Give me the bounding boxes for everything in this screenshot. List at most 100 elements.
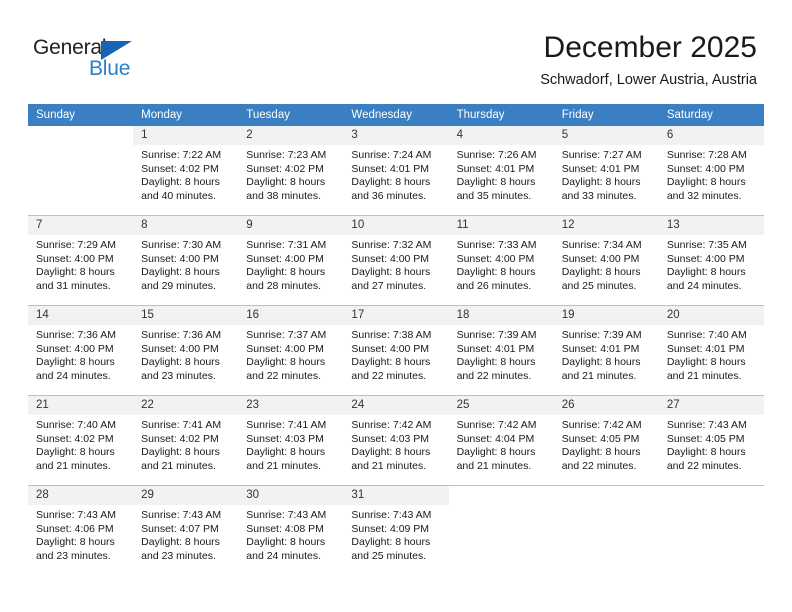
calendar-week-row: 14 Sunrise: 7:36 AM Sunset: 4:00 PM Dayligh… bbox=[28, 305, 764, 396]
day-details: Sunrise: 7:42 AM Sunset: 4:05 PM Daylight:… bbox=[554, 415, 659, 473]
calendar-day-cell[interactable]: 25 Sunrise: 7:42 AM Sunset: 4:04 PM Dayligh… bbox=[448, 395, 554, 486]
calendar-day-cell[interactable]: 16 Sunrise: 7:37 AM Sunset: 4:00 PM Dayligh… bbox=[238, 305, 344, 396]
calendar-day-cell[interactable]: 19 Sunrise: 7:39 AM Sunset: 4:01 PM Dayligh… bbox=[553, 305, 659, 396]
calendar-day-cell[interactable]: 28 Sunrise: 7:43 AM Sunset: 4:06 PM Dayligh… bbox=[28, 485, 134, 575]
sunset-time: Sunset: 4:00 PM bbox=[351, 252, 430, 265]
daylight-duration-line1: Daylight: 8 hours bbox=[456, 176, 536, 189]
calendar-day-cell[interactable]: 31 Sunrise: 7:43 AM Sunset: 4:09 PM Dayligh… bbox=[343, 485, 449, 575]
calendar-day-cell[interactable]: 23 Sunrise: 7:41 AM Sunset: 4:03 PM Dayligh… bbox=[238, 395, 344, 486]
calendar-day-cell[interactable]: 2 Sunrise: 7:23 AM Sunset: 4:02 PM Daylight… bbox=[238, 126, 344, 216]
day-number: 10 bbox=[343, 216, 449, 235]
day-number bbox=[658, 486, 764, 505]
calendar-day-cell[interactable]: 30 Sunrise: 7:43 AM Sunset: 4:08 PM Dayligh… bbox=[238, 485, 344, 575]
daylight-duration-line1: Daylight: 8 hours bbox=[141, 266, 220, 279]
day-cell-inner: 30 Sunrise: 7:43 AM Sunset: 4:08 PM Dayligh… bbox=[238, 486, 344, 575]
calendar-day-cell[interactable]: 26 Sunrise: 7:42 AM Sunset: 4:05 PM Dayligh… bbox=[553, 395, 659, 486]
sunset-time: Sunset: 4:09 PM bbox=[351, 522, 430, 535]
day-number: 6 bbox=[658, 126, 764, 145]
day-details: Sunrise: 7:32 AM Sunset: 4:00 PM Daylight:… bbox=[343, 235, 448, 293]
sunset-time: Sunset: 4:02 PM bbox=[141, 432, 219, 445]
calendar-day-cell[interactable]: 24 Sunrise: 7:42 AM Sunset: 4:03 PM Dayligh… bbox=[343, 395, 449, 486]
sunrise-time: Sunrise: 7:43 AM bbox=[36, 509, 116, 521]
day-number: 17 bbox=[343, 306, 449, 325]
daylight-duration-line1: Daylight: 8 hours bbox=[561, 176, 641, 189]
daylight-duration-line1: Daylight: 8 hours bbox=[666, 266, 746, 279]
day-details: Sunrise: 7:36 AM Sunset: 4:00 PM Daylight:… bbox=[133, 325, 238, 383]
calendar-day-cell[interactable]: 15 Sunrise: 7:36 AM Sunset: 4:00 PM Dayligh… bbox=[133, 305, 239, 396]
daylight-duration-line1: Daylight: 8 hours bbox=[351, 266, 431, 279]
calendar-week-row: 21 Sunrise: 7:40 AM Sunset: 4:02 PM Dayligh… bbox=[28, 395, 764, 486]
daylight-duration-line2: and 25 minutes. bbox=[351, 549, 427, 562]
day-number: 31 bbox=[343, 486, 449, 505]
daylight-duration-line1: Daylight: 8 hours bbox=[246, 356, 326, 369]
weekday-header-tuesday: Tuesday bbox=[238, 104, 344, 126]
calendar-day-cell[interactable]: 1 Sunrise: 7:22 AM Sunset: 4:02 PM Daylight… bbox=[133, 126, 239, 216]
calendar-day-cell[interactable]: 21 Sunrise: 7:40 AM Sunset: 4:02 PM Dayligh… bbox=[28, 395, 134, 486]
day-cell-inner: 22 Sunrise: 7:41 AM Sunset: 4:02 PM Dayligh… bbox=[133, 396, 239, 485]
day-details: Sunrise: 7:22 AM Sunset: 4:02 PM Daylight:… bbox=[133, 145, 238, 203]
calendar-day-cell[interactable]: 5 Sunrise: 7:27 AM Sunset: 4:01 PM Daylight… bbox=[553, 126, 659, 216]
sunset-time: Sunset: 4:00 PM bbox=[351, 342, 430, 355]
sunrise-time: Sunrise: 7:42 AM bbox=[561, 419, 642, 431]
day-details: Sunrise: 7:34 AM Sunset: 4:00 PM Daylight:… bbox=[554, 235, 659, 293]
calendar-day-cell[interactable]: 12 Sunrise: 7:34 AM Sunset: 4:00 PM Dayligh… bbox=[553, 215, 659, 306]
day-cell-inner: 3 Sunrise: 7:24 AM Sunset: 4:01 PM Daylight… bbox=[343, 126, 449, 215]
sunset-time: Sunset: 4:05 PM bbox=[666, 432, 745, 445]
daylight-duration-line2: and 32 minutes. bbox=[666, 189, 742, 202]
calendar-day-cell[interactable]: 17 Sunrise: 7:38 AM Sunset: 4:00 PM Dayligh… bbox=[343, 305, 449, 396]
page-title: December 2025 bbox=[543, 31, 757, 64]
day-details: Sunrise: 7:43 AM Sunset: 4:08 PM Daylight:… bbox=[238, 505, 343, 563]
brand-logo[interactable]: General Blue bbox=[33, 36, 173, 84]
calendar-day-cell[interactable]: 4 Sunrise: 7:26 AM Sunset: 4:01 PM Daylight… bbox=[448, 126, 554, 216]
sunset-time: Sunset: 4:01 PM bbox=[666, 342, 745, 355]
daylight-duration-line1: Daylight: 8 hours bbox=[351, 536, 431, 549]
calendar-day-cell[interactable]: 27 Sunrise: 7:43 AM Sunset: 4:05 PM Dayligh… bbox=[658, 395, 764, 486]
calendar-day-cell[interactable]: 3 Sunrise: 7:24 AM Sunset: 4:01 PM Daylight… bbox=[343, 126, 449, 216]
calendar-day-cell[interactable]: 9 Sunrise: 7:31 AM Sunset: 4:00 PM Daylight… bbox=[238, 215, 344, 306]
day-number: 21 bbox=[28, 396, 134, 415]
calendar-day-cell[interactable]: 11 Sunrise: 7:33 AM Sunset: 4:00 PM Dayligh… bbox=[448, 215, 554, 306]
calendar-day-cell[interactable]: 20 Sunrise: 7:40 AM Sunset: 4:01 PM Dayligh… bbox=[658, 305, 764, 396]
calendar-day-cell[interactable]: 7 Sunrise: 7:29 AM Sunset: 4:00 PM Daylight… bbox=[28, 215, 134, 306]
calendar-day-cell[interactable]: 10 Sunrise: 7:32 AM Sunset: 4:00 PM Dayligh… bbox=[343, 215, 449, 306]
daylight-duration-line2: and 21 minutes. bbox=[141, 459, 216, 472]
day-number bbox=[28, 126, 134, 145]
daylight-duration-line2: and 36 minutes. bbox=[351, 189, 427, 202]
day-details: Sunrise: 7:28 AM Sunset: 4:00 PM Daylight:… bbox=[659, 145, 764, 203]
day-cell-inner: 8 Sunrise: 7:30 AM Sunset: 4:00 PM Daylight… bbox=[133, 216, 239, 305]
calendar-day-cell[interactable]: 13 Sunrise: 7:35 AM Sunset: 4:00 PM Dayligh… bbox=[658, 215, 764, 306]
daylight-duration-line1: Daylight: 8 hours bbox=[666, 356, 746, 369]
sunset-time: Sunset: 4:05 PM bbox=[561, 432, 640, 445]
calendar-day-cell[interactable]: 22 Sunrise: 7:41 AM Sunset: 4:02 PM Dayligh… bbox=[133, 395, 239, 486]
day-number: 23 bbox=[238, 396, 344, 415]
calendar-day-cell[interactable]: 6 Sunrise: 7:28 AM Sunset: 4:00 PM Daylight… bbox=[658, 126, 764, 216]
day-details: Sunrise: 7:24 AM Sunset: 4:01 PM Daylight:… bbox=[343, 145, 448, 203]
daylight-duration-line1: Daylight: 8 hours bbox=[561, 446, 641, 459]
calendar-day-cell[interactable]: 29 Sunrise: 7:43 AM Sunset: 4:07 PM Dayligh… bbox=[133, 485, 239, 575]
sunset-time: Sunset: 4:00 PM bbox=[36, 252, 114, 265]
sunrise-time: Sunrise: 7:27 AM bbox=[561, 149, 642, 161]
daylight-duration-line2: and 23 minutes. bbox=[141, 549, 216, 562]
daylight-duration-line2: and 29 minutes. bbox=[141, 279, 216, 292]
daylight-duration-line2: and 40 minutes. bbox=[141, 189, 216, 202]
daylight-duration-line2: and 35 minutes. bbox=[456, 189, 532, 202]
day-cell-inner: 21 Sunrise: 7:40 AM Sunset: 4:02 PM Dayligh… bbox=[28, 396, 134, 485]
sunset-time: Sunset: 4:02 PM bbox=[36, 432, 114, 445]
sunrise-time: Sunrise: 7:33 AM bbox=[456, 239, 537, 251]
calendar-day-cell[interactable]: 8 Sunrise: 7:30 AM Sunset: 4:00 PM Daylight… bbox=[133, 215, 239, 306]
daylight-duration-line2: and 22 minutes. bbox=[666, 459, 742, 472]
daylight-duration-line2: and 38 minutes. bbox=[246, 189, 321, 202]
calendar-day-cell[interactable]: 14 Sunrise: 7:36 AM Sunset: 4:00 PM Dayligh… bbox=[28, 305, 134, 396]
weekday-header-wednesday: Wednesday bbox=[343, 104, 449, 126]
day-number: 5 bbox=[553, 126, 659, 145]
day-cell-inner: 19 Sunrise: 7:39 AM Sunset: 4:01 PM Dayligh… bbox=[553, 306, 659, 395]
daylight-duration-line1: Daylight: 8 hours bbox=[141, 536, 220, 549]
day-cell-inner: 15 Sunrise: 7:36 AM Sunset: 4:00 PM Dayligh… bbox=[133, 306, 239, 395]
sunrise-time: Sunrise: 7:30 AM bbox=[141, 239, 222, 251]
day-details: Sunrise: 7:33 AM Sunset: 4:00 PM Daylight:… bbox=[449, 235, 554, 293]
calendar-day-cell[interactable]: 18 Sunrise: 7:39 AM Sunset: 4:01 PM Dayligh… bbox=[448, 305, 554, 396]
day-cell-inner: 18 Sunrise: 7:39 AM Sunset: 4:01 PM Dayligh… bbox=[448, 306, 554, 395]
weekday-header-sunday: Sunday bbox=[28, 104, 134, 126]
sunset-time: Sunset: 4:00 PM bbox=[141, 252, 219, 265]
sunrise-time: Sunrise: 7:36 AM bbox=[141, 329, 222, 341]
